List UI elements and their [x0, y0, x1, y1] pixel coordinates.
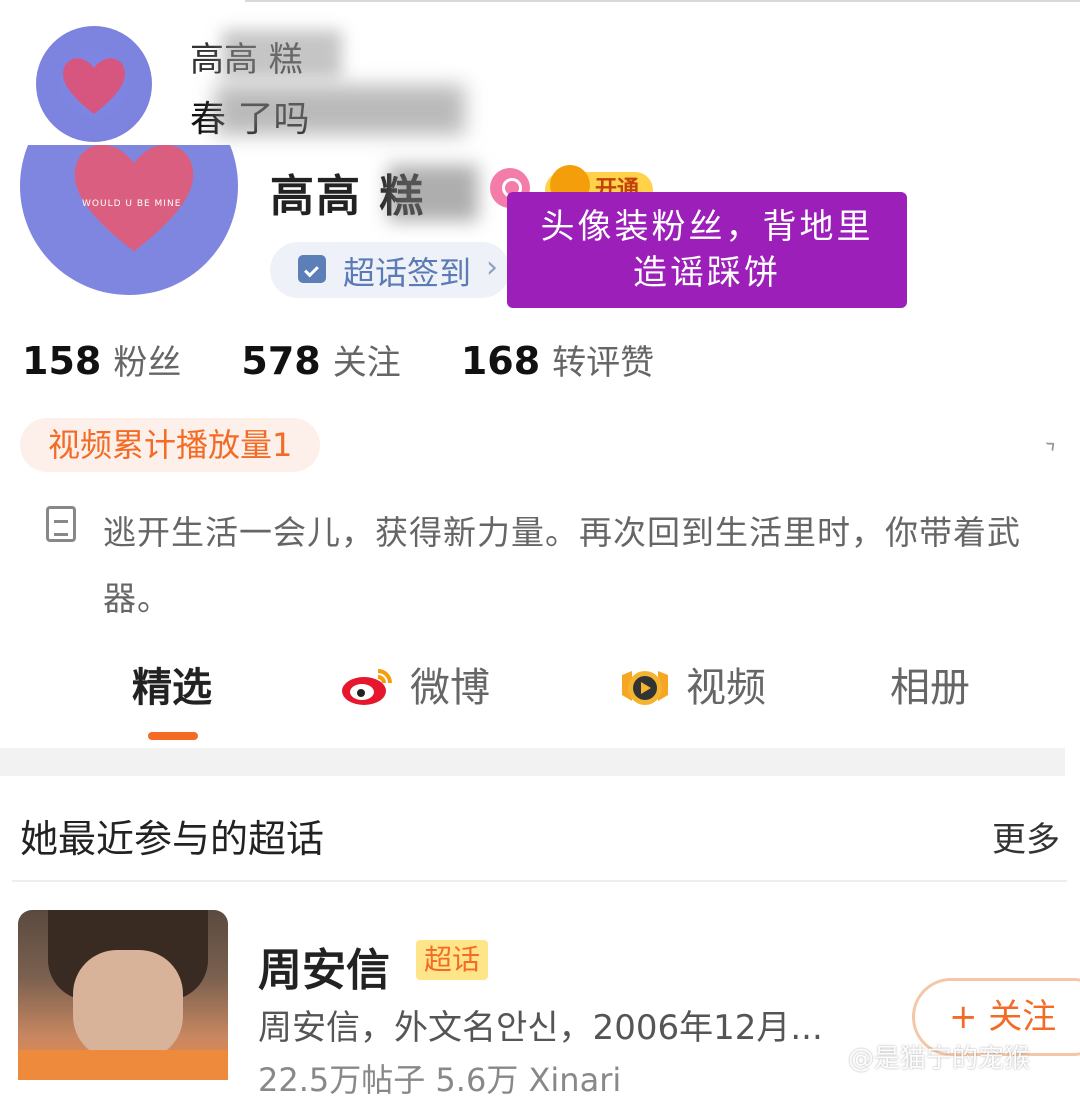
stat-followers[interactable]: 158 粉丝 [22, 335, 181, 384]
tab-album[interactable]: 相册 [890, 655, 970, 713]
chevron-right-icon: › [486, 250, 498, 285]
checkin-label: 超话签到 [343, 254, 472, 292]
chevron-down-icon[interactable]: › [1038, 430, 1065, 460]
calendar-check-icon [298, 255, 326, 283]
more-link[interactable]: 更多 [992, 812, 1060, 861]
topic-name[interactable]: 周安信 [258, 934, 390, 998]
topic-description: 周安信，外文名안신，2006年12月... [258, 1008, 823, 1048]
weibo-icon [340, 665, 394, 707]
topic-avatar[interactable] [18, 910, 228, 1080]
watermark: @是猫宁的宠猴 [848, 1044, 1031, 1074]
profile-avatar[interactable]: WOULD U BE MINE [20, 145, 238, 295]
stat-interactions[interactable]: 168 转评赞 [461, 335, 654, 384]
avatar-caption: WOULD U BE MINE [82, 199, 182, 209]
profile-bio: 逃开生活一会儿，获得新力量。再次回到生活里时，你带着武器。 [103, 513, 1021, 618]
overlay-caption-line: 头像装粉丝，背地里 [540, 207, 874, 247]
section-separator [0, 748, 1065, 776]
divider-top [245, 0, 1080, 2]
redaction-blur [222, 30, 342, 78]
topic-stats: 22.5万帖子 5.6万 Xinari [258, 1061, 622, 1099]
tab-featured[interactable]: 精选 [132, 655, 212, 713]
topic-tag: 超话 [416, 940, 489, 980]
overlay-caption-line: 造谣踩饼 [633, 253, 781, 293]
section-title: 她最近参与的超话 [20, 817, 325, 861]
heart-icon [58, 50, 130, 118]
stat-following[interactable]: 578 关注 [241, 335, 400, 384]
video-views-badge[interactable]: 视频累计播放量1 [20, 418, 321, 472]
overlay-caption: 头像装粉丝，背地里 造谣踩饼 [507, 192, 907, 308]
document-icon [46, 506, 76, 542]
tab-video[interactable]: 视频 [686, 655, 766, 713]
video-badge-icon [618, 665, 672, 711]
profile-tabs: 精选 微博 视频 相册 [0, 655, 1080, 725]
redaction-blur [388, 165, 478, 221]
redaction-blur [215, 85, 465, 135]
active-tab-indicator [148, 732, 198, 740]
divider [12, 880, 1067, 882]
tab-weibo[interactable]: 微博 [410, 655, 490, 713]
profile-stats: 158 粉丝 578 关注 168 转评赞 [22, 335, 702, 384]
comment-avatar[interactable] [36, 26, 152, 142]
